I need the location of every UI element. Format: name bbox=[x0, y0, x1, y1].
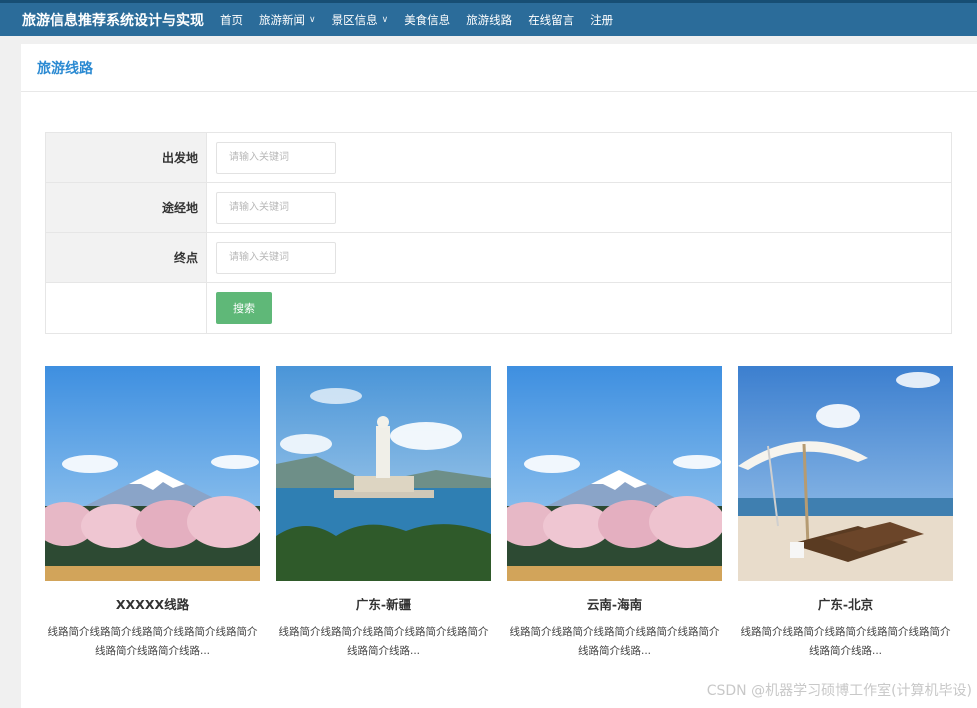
mount-fuji-cherry-blossoms-image bbox=[45, 366, 260, 581]
nav-item-2[interactable]: 景区信息 ∨ bbox=[332, 12, 389, 28]
form-row-actions: 搜索 bbox=[46, 283, 951, 334]
form-row-destination: 终点 bbox=[46, 233, 951, 283]
nav-item-label: 美食信息 bbox=[404, 12, 451, 27]
beach-umbrella-loungers-image bbox=[738, 366, 953, 581]
route-title[interactable]: 广东-北京 bbox=[738, 594, 953, 613]
route-description: 线路简介线路简介线路简介线路简介线路简介线路简介线路... bbox=[509, 626, 720, 657]
nav-item-label: 旅游新闻 bbox=[259, 12, 305, 27]
nav-item-label: 在线留言 bbox=[528, 12, 575, 27]
departure-input[interactable] bbox=[216, 141, 336, 174]
content-panel: 旅游线路 出发地 途经地 终点 搜索 bbox=[21, 44, 977, 708]
route-title[interactable]: 云南-海南 bbox=[507, 594, 722, 613]
via-label: 途经地 bbox=[46, 183, 207, 232]
route-image[interactable] bbox=[276, 366, 491, 581]
watermark: CSDN @机器学习硕博工作室(计算机毕设) bbox=[706, 683, 972, 699]
via-input[interactable] bbox=[216, 191, 336, 224]
nav-item-label: 首页 bbox=[220, 12, 243, 27]
route-title[interactable]: XXXXX线路 bbox=[45, 594, 260, 613]
nav-item-6[interactable]: 注册 bbox=[590, 12, 613, 28]
departure-label: 出发地 bbox=[46, 133, 207, 182]
main-nav: 首页 旅游新闻 ∨ 景区信息 ∨ 美食信息 旅游线路 在线留言 注册 bbox=[220, 12, 629, 28]
route-card[interactable]: 广东-北京 线路简介线路简介线路简介线路简介线路简介线路简介线路... bbox=[738, 366, 953, 661]
chevron-down-icon: ∨ bbox=[309, 14, 316, 25]
nav-item-3[interactable]: 美食信息 bbox=[404, 12, 450, 28]
route-card[interactable]: 广东-新疆 线路简介线路简介线路简介线路简介线路简介线路简介线路... bbox=[276, 366, 491, 661]
panel-header: 旅游线路 bbox=[21, 44, 977, 92]
nav-item-1[interactable]: 旅游新闻 ∨ bbox=[259, 12, 316, 28]
chevron-down-icon: ∨ bbox=[381, 14, 389, 25]
nav-item-0[interactable]: 首页 bbox=[220, 12, 243, 28]
route-image[interactable] bbox=[738, 366, 953, 581]
route-description: 线路简介线路简介线路简介线路简介线路简介线路简介线路... bbox=[278, 626, 489, 657]
nav-item-label: 旅游线路 bbox=[466, 12, 513, 27]
route-list: XXXXX线路 线路简介线路简介线路简介线路简介线路简介线路简介线路简介线路..… bbox=[45, 366, 953, 666]
route-title[interactable]: 广东-新疆 bbox=[276, 594, 491, 613]
route-image[interactable] bbox=[45, 366, 260, 581]
route-description: 线路简介线路简介线路简介线路简介线路简介线路简介线路... bbox=[740, 626, 951, 657]
app-title[interactable]: 旅游信息推荐系统设计与实现 bbox=[22, 10, 204, 30]
guanyin-statue-sea-image bbox=[276, 366, 491, 581]
destination-input[interactable] bbox=[216, 241, 336, 274]
nav-item-4[interactable]: 旅游线路 bbox=[466, 12, 512, 28]
route-card[interactable]: XXXXX线路 线路简介线路简介线路简介线路简介线路简介线路简介线路简介线路..… bbox=[45, 366, 260, 661]
route-search-form: 出发地 途经地 终点 搜索 bbox=[45, 132, 952, 334]
destination-label: 终点 bbox=[46, 233, 207, 282]
nav-item-label: 景区信息 bbox=[331, 12, 378, 27]
top-navbar: 旅游信息推荐系统设计与实现 首页 旅游新闻 ∨ 景区信息 ∨ 美食信息 旅游线路 在线留言 注册 bbox=[0, 0, 977, 36]
mount-fuji-cherry-blossoms-image bbox=[507, 366, 722, 581]
form-row-via: 途经地 bbox=[46, 183, 951, 233]
nav-item-5[interactable]: 在线留言 bbox=[528, 12, 574, 28]
route-description: 线路简介线路简介线路简介线路简介线路简介线路简介线路简介线路... bbox=[47, 626, 258, 657]
route-image[interactable] bbox=[507, 366, 722, 581]
nav-item-label: 注册 bbox=[590, 12, 614, 27]
page-title: 旅游线路 bbox=[37, 60, 93, 77]
search-button[interactable]: 搜索 bbox=[216, 292, 272, 324]
route-card[interactable]: 云南-海南 线路简介线路简介线路简介线路简介线路简介线路简介线路... bbox=[507, 366, 722, 661]
form-row-departure: 出发地 bbox=[46, 133, 951, 183]
